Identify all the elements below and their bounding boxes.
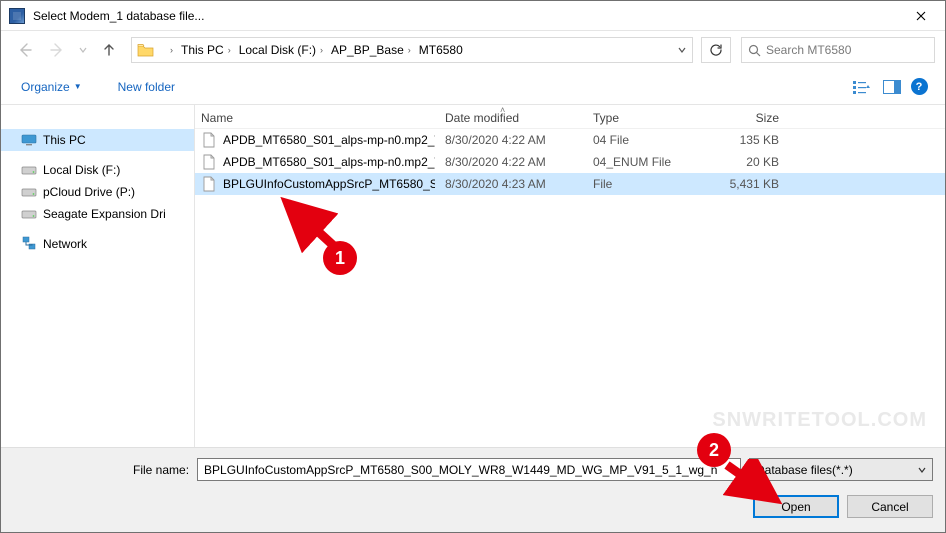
drive-icon (21, 206, 37, 222)
refresh-button[interactable] (701, 37, 731, 63)
column-header-type[interactable]: Type (583, 107, 693, 128)
search-box[interactable] (741, 37, 935, 63)
file-list: ˄ Name Date modified Type Size APDB_MT65… (195, 105, 945, 497)
sidebar-item-label: pCloud Drive (P:) (43, 185, 135, 199)
column-header-name[interactable]: Name (195, 107, 435, 128)
sidebar-item-label: Network (43, 237, 87, 251)
sidebar-item-local-disk[interactable]: Local Disk (F:) (1, 159, 194, 181)
app-icon (9, 8, 25, 24)
breadcrumb-ap-bp-base[interactable]: AP_BP_Base› (325, 38, 413, 62)
sidebar-item-this-pc[interactable]: This PC (1, 129, 194, 151)
pc-icon (21, 132, 37, 148)
search-icon (742, 44, 766, 57)
toolbar: Organize▼ New folder ? (1, 69, 945, 105)
sidebar-item-label: Local Disk (F:) (43, 163, 120, 177)
filetype-select[interactable]: Database files(*.*) (749, 458, 933, 481)
navbar: › This PC› Local Disk (F:)› AP_BP_Base› … (1, 31, 945, 69)
file-row[interactable]: APDB_MT6580_S01_alps-mp-n0.mp2_W1... 8/3… (195, 151, 945, 173)
column-header-date[interactable]: Date modified (435, 107, 583, 128)
sidebar-item-pcloud[interactable]: pCloud Drive (P:) (1, 181, 194, 203)
breadcrumb-chevron[interactable]: › (160, 38, 175, 62)
sidebar-item-label: This PC (43, 133, 86, 147)
file-icon (201, 132, 217, 148)
filename-label: File name: (133, 463, 189, 477)
preview-pane-icon (883, 80, 901, 94)
address-dropdown[interactable] (670, 46, 692, 54)
close-icon (916, 11, 926, 21)
column-headers: ˄ Name Date modified Type Size (195, 105, 945, 129)
address-bar[interactable]: › This PC› Local Disk (F:)› AP_BP_Base› … (131, 37, 693, 63)
preview-pane-button[interactable] (877, 74, 907, 100)
search-input[interactable] (766, 43, 934, 57)
sidebar-item-label: Seagate Expansion Dri (43, 207, 166, 221)
recent-locations-button[interactable] (75, 36, 91, 64)
help-icon: ? (911, 78, 928, 95)
chevron-down-icon (918, 466, 926, 474)
footer: File name: Database files(*.*) Open Canc… (1, 447, 945, 532)
chevron-down-icon (79, 46, 87, 54)
navigation-pane: This PC Local Disk (F:) pCloud Drive (P:… (1, 105, 195, 497)
breadcrumb-local-disk[interactable]: Local Disk (F:)› (233, 38, 325, 62)
sidebar-item-network[interactable]: Network (1, 233, 194, 255)
main-area: This PC Local Disk (F:) pCloud Drive (P:… (1, 105, 945, 497)
titlebar: Select Modem_1 database file... (1, 1, 945, 31)
forward-arrow-icon (49, 42, 65, 58)
window-title: Select Modem_1 database file... (33, 9, 898, 23)
view-options-button[interactable] (847, 74, 877, 100)
file-row-selected[interactable]: BPLGUInfoCustomAppSrcP_MT6580_S00... 8/3… (195, 173, 945, 195)
close-button[interactable] (898, 2, 943, 30)
cancel-button[interactable]: Cancel (847, 495, 933, 518)
drive-icon (21, 162, 37, 178)
file-icon (201, 154, 217, 170)
open-button[interactable]: Open (753, 495, 839, 518)
new-folder-button[interactable]: New folder (112, 76, 181, 98)
chevron-down-icon (678, 46, 686, 54)
back-button[interactable] (11, 36, 39, 64)
file-row[interactable]: APDB_MT6580_S01_alps-mp-n0.mp2_W1... 8/3… (195, 129, 945, 151)
organize-button[interactable]: Organize▼ (15, 76, 88, 98)
forward-button[interactable] (43, 36, 71, 64)
help-button[interactable]: ? (907, 74, 931, 100)
up-arrow-icon (101, 42, 117, 58)
filename-input[interactable] (197, 458, 741, 481)
sidebar-item-seagate[interactable]: Seagate Expansion Dri (1, 203, 194, 225)
file-icon (201, 176, 217, 192)
refresh-icon (709, 43, 723, 57)
breadcrumb-mt6580[interactable]: MT6580 (413, 38, 465, 62)
drive-icon (21, 184, 37, 200)
up-button[interactable] (95, 36, 123, 64)
sort-indicator-icon: ˄ (500, 105, 505, 115)
breadcrumb-this-pc[interactable]: This PC› (175, 38, 233, 62)
back-arrow-icon (17, 42, 33, 58)
folder-icon (136, 40, 156, 60)
column-header-size[interactable]: Size (693, 107, 797, 128)
view-icon (853, 80, 871, 94)
network-icon (21, 236, 37, 252)
